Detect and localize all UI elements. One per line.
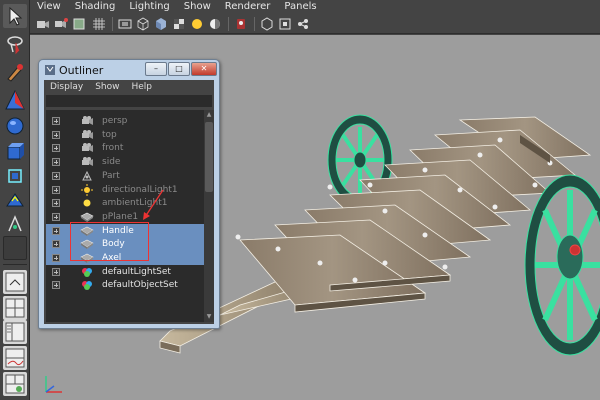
expand-toggle-icon[interactable] — [52, 158, 60, 167]
camera-icon — [80, 156, 94, 168]
four-pane-layout-icon[interactable] — [3, 296, 27, 320]
outliner-item-persp[interactable]: persp — [46, 114, 204, 128]
outliner-scrollbar[interactable]: ▲ ▼ — [204, 110, 214, 322]
menu-show[interactable]: Show — [89, 82, 125, 92]
outliner-tree: persp top front side Part directionalLight1 am… — [46, 110, 204, 322]
soft-mod-icon[interactable] — [3, 188, 27, 212]
menu-show[interactable]: Show — [177, 0, 218, 14]
scale-tool-icon[interactable] — [3, 140, 27, 164]
menu-shading[interactable]: Shading — [68, 0, 123, 14]
lasso-tool-icon[interactable] — [3, 32, 27, 56]
show-manipulator-icon[interactable] — [3, 212, 27, 236]
panel-menu-bar: View Shading Lighting Show Renderer Pane… — [30, 0, 600, 14]
outliner-persp-layout-icon[interactable] — [3, 320, 27, 344]
expand-toggle-icon[interactable] — [52, 254, 60, 262]
expand-toggle-icon[interactable] — [52, 267, 60, 276]
universal-manipulator-icon[interactable] — [3, 164, 27, 188]
wireframe-icon[interactable] — [136, 17, 150, 31]
set-icon — [80, 266, 94, 278]
ambient-light-icon — [80, 197, 94, 209]
annotation-arrow — [143, 189, 164, 220]
outliner-item-label: defaultObjectSet — [102, 280, 178, 291]
outliner-item-label: defaultLightSet — [102, 266, 171, 277]
scroll-down-icon[interactable]: ▼ — [205, 313, 213, 321]
menu-renderer[interactable]: Renderer — [218, 0, 278, 14]
outliner-item-ambientlight1[interactable]: ambientLight1 — [46, 196, 204, 210]
directional-light-icon — [80, 183, 94, 196]
outliner-item-label: side — [102, 157, 121, 168]
camera-icon[interactable] — [36, 17, 50, 31]
outliner-item-label: top — [102, 129, 117, 140]
camera-icon — [80, 115, 94, 127]
expand-toggle-icon[interactable] — [52, 212, 60, 221]
annotation-highlight-box — [70, 222, 149, 261]
paint-select-tool-icon[interactable] — [3, 60, 27, 84]
outliner-title: Outliner — [59, 64, 104, 77]
shadows-icon[interactable] — [208, 17, 222, 31]
panel-toolbar — [30, 14, 600, 34]
transform-icon — [80, 170, 94, 182]
expand-toggle-icon[interactable] — [52, 144, 60, 153]
textured-icon[interactable] — [172, 17, 186, 31]
outliner-item-defaultlightset[interactable]: defaultLightSet — [46, 265, 204, 279]
image-plane-icon[interactable] — [72, 17, 86, 31]
scroll-up-icon[interactable]: ▲ — [205, 111, 213, 119]
outliner-item-part[interactable]: Part — [46, 169, 204, 183]
outliner-titlebar[interactable]: Outliner – □ ✕ — [39, 60, 219, 80]
grid-toggle-icon[interactable] — [92, 17, 106, 31]
menu-panels[interactable]: Panels — [277, 0, 323, 14]
maya-app-icon — [45, 65, 55, 75]
menu-lighting[interactable]: Lighting — [122, 0, 176, 14]
outliner-item-label: persp — [102, 116, 128, 126]
outliner-item-label: Part — [102, 170, 120, 181]
expand-toggle-icon[interactable] — [52, 130, 60, 139]
maximize-button[interactable]: □ — [168, 62, 190, 76]
smooth-shade-icon[interactable] — [154, 17, 168, 31]
outliner-item-front[interactable]: front — [46, 141, 204, 155]
set-icon — [80, 279, 94, 291]
expand-toggle-icon[interactable] — [52, 226, 60, 235]
wheel-front-right — [524, 174, 600, 356]
minimize-button[interactable]: – — [145, 62, 167, 76]
isolate-icon[interactable] — [260, 17, 274, 31]
expand-toggle-icon[interactable] — [52, 199, 60, 208]
film-gate-icon[interactable] — [118, 17, 132, 31]
outliner-window[interactable]: Outliner – □ ✕ Display Show Help persp to… — [38, 59, 220, 329]
outliner-filter-field[interactable] — [46, 95, 212, 107]
camera-icon — [80, 142, 94, 154]
view-axis-gizmo — [45, 376, 62, 393]
outliner-content: Display Show Help persp top front side Part d… — [44, 80, 214, 324]
expand-toggle-icon[interactable] — [52, 240, 60, 249]
outliner-item-top[interactable]: top — [46, 128, 204, 142]
lights-icon[interactable] — [190, 17, 204, 31]
outliner-item-label: front — [102, 143, 124, 154]
select-tool-icon[interactable] — [3, 4, 27, 28]
toolbox — [0, 0, 30, 400]
camera-icon — [80, 129, 94, 141]
menu-display[interactable]: Display — [44, 82, 89, 92]
last-tool-icon[interactable] — [3, 236, 27, 260]
expand-toggle-icon[interactable] — [52, 281, 60, 290]
bookmark-icon[interactable] — [54, 17, 68, 31]
outliner-menubar: Display Show Help — [44, 80, 214, 94]
menu-view[interactable]: View — [30, 0, 68, 14]
expand-toggle-icon[interactable] — [52, 117, 60, 125]
outliner-item-directionallight1[interactable]: directionalLight1 — [46, 183, 204, 197]
menu-help[interactable]: Help — [125, 82, 158, 92]
scroll-thumb[interactable] — [205, 122, 213, 192]
rotate-tool-icon[interactable] — [3, 114, 27, 138]
isolate-select-icon[interactable] — [278, 17, 292, 31]
move-tool-icon[interactable] — [3, 88, 27, 112]
outliner-item-defaultobjectset[interactable]: defaultObjectSet — [46, 278, 204, 292]
hypershade-layout-icon[interactable] — [3, 372, 27, 396]
single-pane-layout-icon[interactable] — [3, 270, 27, 294]
ssao-icon[interactable] — [296, 17, 310, 31]
outliner-item-side[interactable]: side — [46, 155, 204, 169]
graph-editor-layout-icon[interactable] — [3, 346, 27, 370]
xray-icon[interactable] — [234, 17, 248, 31]
expand-toggle-icon[interactable] — [52, 185, 60, 194]
close-button[interactable]: ✕ — [191, 62, 217, 76]
expand-toggle-icon[interactable] — [52, 171, 60, 180]
